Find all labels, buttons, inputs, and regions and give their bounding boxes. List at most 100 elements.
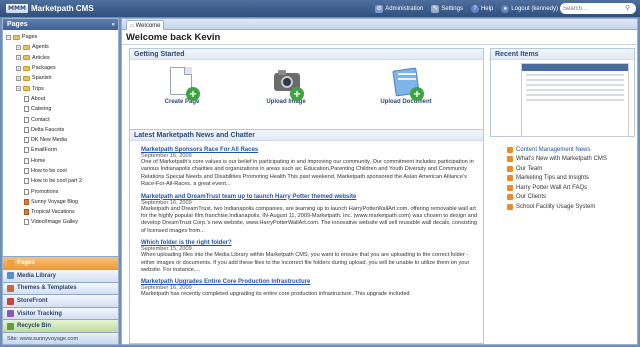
tree-item-label: About xyxy=(31,95,46,102)
settings-link[interactable]: ✎ Settings xyxy=(431,4,463,13)
news-article: Which folder is the right folder? Septemb… xyxy=(141,240,479,274)
tree-item[interactable]: + Agents xyxy=(6,42,115,52)
page-icon xyxy=(24,137,29,144)
section-icon xyxy=(7,259,14,267)
upload-document-label: Upload Document xyxy=(380,99,432,105)
tree-item[interactable]: Promotions xyxy=(6,186,115,196)
page-icon xyxy=(24,147,29,154)
recent-items-panel: Recent Items xyxy=(490,48,635,137)
rss-icon xyxy=(507,203,513,210)
nav-button-label: Pages xyxy=(17,260,35,267)
create-page-label: Create Page xyxy=(164,99,200,105)
recent-item[interactable]: Content Management News xyxy=(507,145,637,155)
page-tree: − Pages + Agents + Articles + Packages + Spanish +… xyxy=(3,30,118,243)
expand-icon[interactable]: + xyxy=(16,44,21,50)
tab-welcome[interactable]: ⌂ Welcome xyxy=(126,20,164,30)
recent-item[interactable]: Harry Potter Wall Art FAQs xyxy=(507,183,637,193)
expand-icon[interactable]: + xyxy=(16,55,21,61)
app-title: Marketpath CMS xyxy=(31,4,94,13)
folder-icon xyxy=(23,65,30,71)
recent-item-label: Marketing Tips and Insights xyxy=(516,175,590,182)
tree-item[interactable]: Video/Image Galley xyxy=(6,217,115,227)
tree-item-label: Catering xyxy=(31,106,52,113)
recent-items-title: Recent Items xyxy=(491,49,634,60)
tree-item-label: Home xyxy=(31,157,46,164)
rss-icon xyxy=(507,156,513,163)
tree-item-label: Contact xyxy=(31,116,50,123)
logout-link[interactable]: ● Logout (kennedy) xyxy=(501,4,558,13)
tree-item[interactable]: + Spanish xyxy=(6,73,115,83)
recent-item[interactable]: Marketing Tips and Insights xyxy=(507,174,637,184)
tree-item[interactable]: + Articles xyxy=(6,53,115,63)
page-icon xyxy=(24,116,29,123)
nav-pages-button[interactable]: Pages xyxy=(3,256,118,270)
expand-icon[interactable]: + xyxy=(16,75,21,81)
recent-item[interactable]: What's New with Marketpath CMS xyxy=(507,155,637,165)
tree-item[interactable]: Contact xyxy=(6,114,115,124)
search-box[interactable]: ⚲ xyxy=(560,3,636,14)
tree-item[interactable]: Catering xyxy=(6,104,115,114)
tree-item-label: Video/Image Galley xyxy=(31,219,78,226)
nav-recycle-bin-button[interactable]: Recycle Bin xyxy=(3,319,118,332)
recent-item[interactable]: School Facility Usage System xyxy=(507,202,637,212)
top-bar: MMM Marketpath CMS ⚙ Administration ✎ Se… xyxy=(0,0,640,17)
document-icon: + xyxy=(170,67,200,101)
administration-link[interactable]: ⚙ Administration xyxy=(375,4,423,13)
nav-visitor-tracking-button[interactable]: Visitor Tracking xyxy=(3,306,118,320)
tree-item[interactable]: How to be cool part 2 xyxy=(6,176,115,186)
tree-item-label: DK New Media xyxy=(31,137,67,144)
site-selector[interactable]: Site: www.sunnyvoyage.com xyxy=(3,332,118,344)
help-link[interactable]: ? Help xyxy=(470,4,493,13)
page-icon xyxy=(24,157,29,164)
upload-image-button[interactable]: + Upload Image xyxy=(251,67,321,105)
section-icon xyxy=(7,310,14,318)
tree-item[interactable]: + Packages xyxy=(6,63,115,73)
create-page-button[interactable]: + Create Page xyxy=(147,67,217,105)
page-icon xyxy=(24,209,29,216)
app-logo[interactable]: MMM Marketpath CMS xyxy=(0,4,160,13)
rss-icon xyxy=(507,165,513,172)
settings-icon: ✎ xyxy=(431,4,440,13)
page-icon xyxy=(24,219,29,226)
tree-item[interactable]: About xyxy=(6,94,115,104)
news-article-text: When uploading files into the Media Libr… xyxy=(141,252,470,274)
logout-label: Logout (kennedy) xyxy=(511,5,558,12)
tree-item[interactable]: DK New Media xyxy=(6,135,115,145)
getting-started-title: Getting Started xyxy=(130,49,483,60)
nav-themes-templates-button[interactable]: Themes & Templates xyxy=(3,281,118,295)
news-list: Marketpath Sponsors Race For All Races Se… xyxy=(130,141,483,299)
recent-item-thumbnail[interactable] xyxy=(521,63,629,137)
section-icon xyxy=(7,284,14,292)
tree-item[interactable]: + Trips xyxy=(6,83,115,93)
collapse-icon[interactable]: « xyxy=(112,22,115,28)
tab-strip: ⌂ Welcome xyxy=(122,19,637,30)
tree-item[interactable]: Tropical Vacations xyxy=(6,207,115,217)
tree-item-label: Promotions xyxy=(31,188,59,195)
nav-button-label: Visitor Tracking xyxy=(17,310,62,317)
left-panel-title: Pages xyxy=(7,21,28,28)
top-actions: ⚙ Administration ✎ Settings ? Help ● Log… xyxy=(375,0,558,17)
recent-item[interactable]: Our Clients xyxy=(507,193,637,203)
tree-item[interactable]: Home xyxy=(6,156,115,166)
recent-items-list: Content Management News What's New with M… xyxy=(507,145,637,212)
expand-icon[interactable]: + xyxy=(16,65,21,71)
tree-item[interactable]: Delta Faucets xyxy=(6,125,115,135)
tree-item[interactable]: Sunny Voyage Blog xyxy=(6,197,115,207)
nav-storefront-button[interactable]: StoreFront xyxy=(3,294,118,307)
tree-item[interactable]: EmailForm xyxy=(6,145,115,155)
logout-icon: ● xyxy=(501,4,510,13)
rss-icon xyxy=(507,146,513,153)
tree-item[interactable]: How to be cool xyxy=(6,166,115,176)
nav-button-label: StoreFront xyxy=(17,298,48,305)
tree-item-label: How to be cool xyxy=(31,168,67,174)
tree-item[interactable]: − Pages xyxy=(6,32,115,42)
recent-item[interactable]: Our Team xyxy=(507,164,637,174)
collapse-icon[interactable]: − xyxy=(6,34,11,40)
search-icon[interactable]: ⚲ xyxy=(625,4,630,13)
expand-icon[interactable]: + xyxy=(16,86,21,92)
search-input[interactable] xyxy=(563,5,625,12)
news-article-text: Marketpath and DreamTrust, two Indianapo… xyxy=(141,205,478,234)
folder-icon xyxy=(23,44,30,50)
upload-document-button[interactable]: + Upload Document xyxy=(371,67,441,105)
nav-media-library-button[interactable]: Media Library xyxy=(3,269,118,282)
